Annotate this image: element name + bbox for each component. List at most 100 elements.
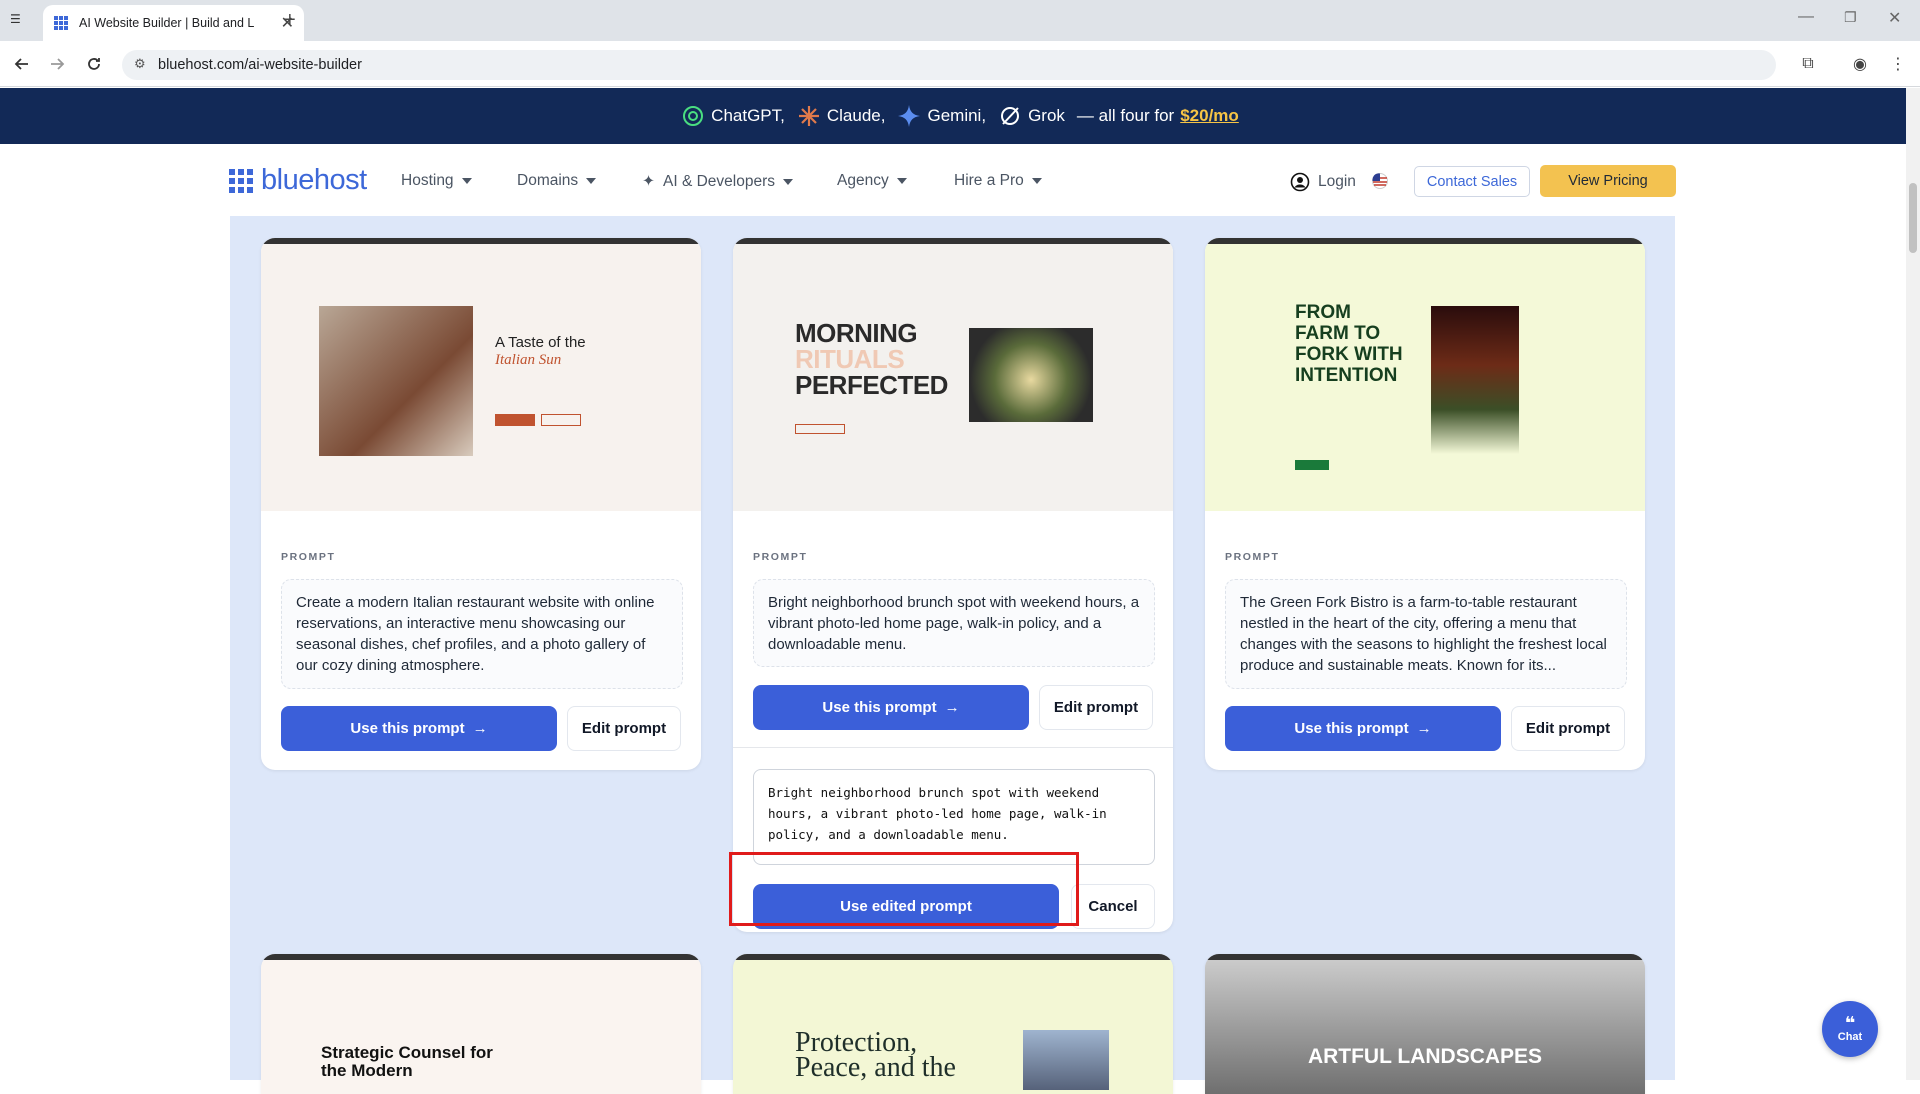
pier-photo xyxy=(1023,1030,1109,1090)
site-header: bluehost Hosting Domains ✦ AI & Developer… xyxy=(0,144,1920,216)
promo-price-link[interactable]: $20/mo xyxy=(1180,106,1239,126)
browser-tab-bar: ☰ AI Website Builder | Build and L ✕ + —… xyxy=(0,0,1920,41)
button-label: Use this prompt xyxy=(1294,720,1409,737)
back-icon[interactable] xyxy=(12,54,32,74)
address-bar[interactable]: ⚙ bluehost.com/ai-website-builder xyxy=(122,50,1776,80)
arrow-right-icon: → xyxy=(944,699,960,716)
grok-logo-icon xyxy=(1001,107,1020,125)
edit-prompt-textarea[interactable]: Bright neighborhood brunch spot with wee… xyxy=(753,769,1155,865)
promo-item-label: ChatGPT, xyxy=(711,106,785,125)
nav-label: Hosting xyxy=(401,172,454,189)
profile-icon[interactable]: ◉ xyxy=(1850,54,1870,74)
use-this-prompt-button[interactable]: Use this prompt → xyxy=(1225,706,1501,751)
website-preview-thumbnail: MORNING RITUALS PERFECTED xyxy=(733,238,1173,511)
contact-sales-button[interactable]: Contact Sales xyxy=(1414,166,1530,197)
chat-button[interactable]: ❝ Chat xyxy=(1822,1001,1878,1057)
website-preview-thumbnail: A Taste of the Italian Sun xyxy=(261,238,701,511)
divider xyxy=(733,747,1173,748)
edit-prompt-button[interactable]: Edit prompt xyxy=(567,706,681,751)
brunch-photo xyxy=(969,328,1093,422)
view-pricing-button[interactable]: View Pricing xyxy=(1540,165,1676,197)
promo-tail: — all four for xyxy=(1076,106,1175,125)
scrollbar-thumb[interactable] xyxy=(1909,183,1917,253)
edit-prompt-button[interactable]: Edit prompt xyxy=(1511,706,1625,751)
chat-label: Chat xyxy=(1837,1031,1863,1043)
new-tab-icon[interactable]: + xyxy=(284,9,296,32)
caret-down-icon xyxy=(783,178,793,185)
thumb-button-outline xyxy=(541,414,581,426)
gemini-logo-icon xyxy=(898,105,921,127)
prompt-card-italian: A Taste of the Italian Sun PROMPT Create… xyxy=(261,238,701,770)
thumb-button xyxy=(1295,460,1329,470)
bluehost-logo[interactable]: bluehost xyxy=(229,164,367,197)
burger-photo xyxy=(1431,306,1519,454)
chatgpt-logo-icon xyxy=(683,106,704,126)
bluehost-grid-icon xyxy=(229,168,253,193)
prompt-text: The Green Fork Bistro is a farm-to-table… xyxy=(1225,579,1627,689)
thumb-button xyxy=(795,424,845,434)
us-flag-icon[interactable] xyxy=(1372,173,1388,189)
edit-prompt-button[interactable]: Edit prompt xyxy=(1039,685,1153,730)
thumb-heading: A Taste of the xyxy=(495,334,586,351)
caret-down-icon xyxy=(1031,178,1042,184)
prompt-card-artful-landscapes: ARTFUL LANDSCAPES xyxy=(1205,954,1645,1094)
reload-icon[interactable] xyxy=(84,54,104,74)
tab-search-icon[interactable]: ☰ xyxy=(10,12,21,26)
arrow-right-icon: → xyxy=(1416,720,1432,737)
minimize-icon[interactable]: — xyxy=(1798,8,1814,26)
thumb-heading: ARTFUL LANDSCAPES xyxy=(1307,1045,1543,1068)
menu-icon[interactable]: ⋮ xyxy=(1888,54,1908,74)
prompt-label: PROMPT xyxy=(1225,551,1280,563)
thumb-heading-accent: Italian Sun xyxy=(495,352,562,368)
claude-logo-icon xyxy=(798,106,819,126)
promo-item-label: Grok xyxy=(1028,106,1065,125)
prompt-gallery: A Taste of the Italian Sun PROMPT Create… xyxy=(230,216,1675,1094)
login-link[interactable]: Login xyxy=(1290,172,1356,192)
browser-tab[interactable]: AI Website Builder | Build and L ✕ xyxy=(43,5,304,41)
bluehost-favicon-icon xyxy=(54,16,68,30)
tab-title: AI Website Builder | Build and L xyxy=(79,16,255,30)
promo-grok: Grok xyxy=(998,104,1065,128)
promo-claude: Claude, xyxy=(797,104,886,128)
promo-item-label: Claude, xyxy=(826,106,886,125)
nav-domains[interactable]: Domains xyxy=(517,172,597,190)
promo-gemini: Gemini, xyxy=(897,104,986,128)
nav-label: Agency xyxy=(837,172,889,189)
prompt-card-green-fork: FROM FARM TO FORK WITH INTENTION PROMPT … xyxy=(1205,238,1645,770)
button-label: Use this prompt xyxy=(822,699,937,716)
promo-item-label: Gemini, xyxy=(927,106,987,125)
nav-label: AI & Developers xyxy=(663,172,775,190)
caret-down-icon xyxy=(896,178,907,184)
close-window-icon[interactable]: ✕ xyxy=(1888,8,1901,28)
site-info-icon[interactable]: ⚙ xyxy=(134,56,146,72)
extensions-icon[interactable]: ⧉ xyxy=(1798,54,1818,74)
thumb-heading-2: PERFECTED xyxy=(795,370,948,400)
thumb-heading: Protection, Peace, and the xyxy=(795,1027,956,1083)
nav-agency[interactable]: Agency xyxy=(837,172,907,190)
button-label: Use this prompt xyxy=(350,720,465,737)
logo-text: bluehost xyxy=(261,164,367,196)
arrow-right-icon: → xyxy=(472,720,488,737)
nav-ai-developers[interactable]: ✦ AI & Developers xyxy=(642,172,793,191)
page-scrollbar[interactable] xyxy=(1906,88,1920,1080)
nav-hosting[interactable]: Hosting xyxy=(401,172,472,190)
cancel-button[interactable]: Cancel xyxy=(1071,884,1155,929)
nav-hire-a-pro[interactable]: Hire a Pro xyxy=(954,172,1042,190)
forward-icon[interactable] xyxy=(47,54,67,74)
promo-chatgpt: ChatGPT, xyxy=(681,104,785,128)
login-label: Login xyxy=(1318,173,1356,190)
restore-icon[interactable]: ❐ xyxy=(1844,9,1857,26)
use-this-prompt-button[interactable]: Use this prompt → xyxy=(753,685,1029,730)
prompt-card-brunch: MORNING RITUALS PERFECTED PROMPT Bright … xyxy=(733,238,1173,932)
prompt-card-protection: Protection, Peace, and the xyxy=(733,954,1173,1094)
thumb-heading: Strategic Counsel for the Modern xyxy=(321,1043,493,1080)
use-this-prompt-button[interactable]: Use this prompt → xyxy=(281,706,557,751)
thumb-button xyxy=(495,414,535,426)
prompt-label: PROMPT xyxy=(753,551,808,563)
prompt-text: Bright neighborhood brunch spot with wee… xyxy=(753,579,1155,667)
nav-label: Hire a Pro xyxy=(954,172,1024,189)
thumb-heading: FROM FARM TO FORK WITH INTENTION xyxy=(1295,302,1403,386)
website-preview-thumbnail: FROM FARM TO FORK WITH INTENTION xyxy=(1205,238,1645,511)
user-circle-icon xyxy=(1290,172,1310,192)
prompt-text: Create a modern Italian restaurant websi… xyxy=(281,579,683,689)
